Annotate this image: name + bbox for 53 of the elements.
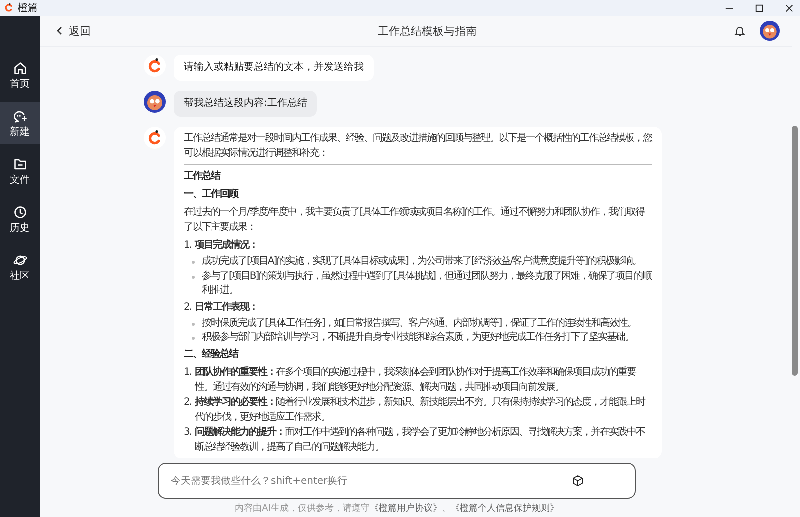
- paragraph: 在过去的一个月/季度/年度中，我主要负责了[具体工作领域或项目名称]的工作。通过不懈努力和团队协作，我们取得了以下主要成果：: [184, 206, 646, 235]
- maximize-icon[interactable]: [755, 4, 764, 12]
- assistant-logo-icon: [144, 55, 166, 77]
- sidebar-item[interactable]: 新建: [0, 102, 40, 144]
- list-item: 按时保质完成了[具体工作任务]，如[日常报告撰写、客户沟通、内部协调等]，保证了工作的连续性和高效性。: [202, 316, 638, 330]
- page-title: 工作总结模板与指南: [377, 24, 477, 38]
- list-item: 团队协作的重要性：在多个项目的实施过程中，我深刻体会到团队协作对于提高工作效率和确保项目成功的重要性。通过有效的沟通与协调，我们能够更好地分配资源、解决问题，共同推动项目向前发展。: [195, 366, 638, 394]
- assistant-logo-icon: [144, 127, 166, 149]
- sidebar-item[interactable]: 首页: [0, 54, 40, 96]
- app-logo-icon: [4, 3, 14, 13]
- list-item: 参与了[项目B]的策划与执行，虽然过程中遇到了[具体挑战]，但通过团队努力，最终克服了困难，确保了项目的顺利推进。: [202, 270, 652, 298]
- disclaimer-text: 内容由AI生成，仅供参考，请遵守: [235, 502, 370, 515]
- window-title: 橙篇: [18, 2, 38, 15]
- list-heading: 项目完成情况：: [195, 238, 258, 253]
- close-icon[interactable]: [785, 4, 794, 12]
- list-heading: 日常工作表现：: [195, 300, 258, 314]
- home-icon: [12, 60, 28, 76]
- list-item: 积极参与部门内部培训与学习，不断提升自身专业技能和综合素质，为更好地完成工作任务打下了坚实基础。: [202, 331, 635, 345]
- bell-icon[interactable]: [734, 25, 746, 37]
- list-number: 2.: [184, 300, 193, 314]
- paragraph: 工作总结通常是对一段时间内工作成果、经验、问题及改进措施的回顾与整理。以下是一个概括性的工作总结模板，您可以根据实际情况进行调整和补充：: [184, 132, 652, 161]
- list-item: 问题解决能力的提升：面对工作中遇到的各种问题，我学会了更加冷静地分析原因、寻找解决方案，并在实践中不断总结经验教训，提高了自己的问题解决能力。: [195, 426, 646, 454]
- chat-plus-icon: [12, 108, 28, 124]
- sidebar-item[interactable]: 文件: [0, 150, 40, 192]
- bullet-icon: [192, 337, 195, 340]
- section-heading: 一、工作回顾: [184, 188, 240, 202]
- list-number: 2.: [184, 396, 193, 410]
- bullet-icon: [192, 261, 195, 264]
- scrollbar-thumb[interactable]: [792, 126, 798, 376]
- disclaimer-text: 、: [442, 503, 451, 515]
- bullet-icon: [192, 322, 195, 326]
- message-bubble: 帮我总结这段内容:工作总结: [174, 91, 318, 117]
- list-number: 3.: [184, 426, 193, 440]
- cube-icon[interactable]: [572, 475, 584, 487]
- agreement-link[interactable]: 《橙篇个人信息保护规则》: [450, 502, 559, 515]
- message-input[interactable]: 今天需要我做些什么？shift+enter换行: [158, 463, 636, 499]
- chevron-left-icon: [55, 26, 65, 36]
- sidebar-item[interactable]: 社区: [0, 246, 40, 288]
- message-bubble: 请输入或粘贴要总结的文本，并发送给我: [174, 55, 374, 81]
- section-heading: 二、经验总结: [184, 348, 240, 362]
- folder-icon: [12, 156, 28, 172]
- section-heading: 工作总结: [184, 170, 222, 184]
- clock-icon: [12, 204, 28, 220]
- list-item: 持续学习的必要性：随着行业发展和技术进步，新知识、新技能层出不穷。只有保持持续学习的态度，才能跟上时代的步伐，更好地适应工作需求。: [195, 396, 646, 424]
- user-avatar[interactable]: [760, 21, 780, 41]
- user-avatar: [144, 91, 166, 113]
- agreement-link[interactable]: 《橙篇用户协议》: [370, 502, 442, 515]
- bullet-icon: [192, 276, 195, 278]
- list-number: 1.: [184, 366, 193, 380]
- sidebar-item[interactable]: 历史: [0, 198, 40, 240]
- back-button[interactable]: 返回: [55, 24, 91, 38]
- list-number: 1.: [184, 239, 193, 253]
- list-item: 成功完成了[项目A]的实施，实现了[具体目标或成果]，为公司带来了[经济效益/客户满意度提升等]的积极影响。: [202, 255, 643, 269]
